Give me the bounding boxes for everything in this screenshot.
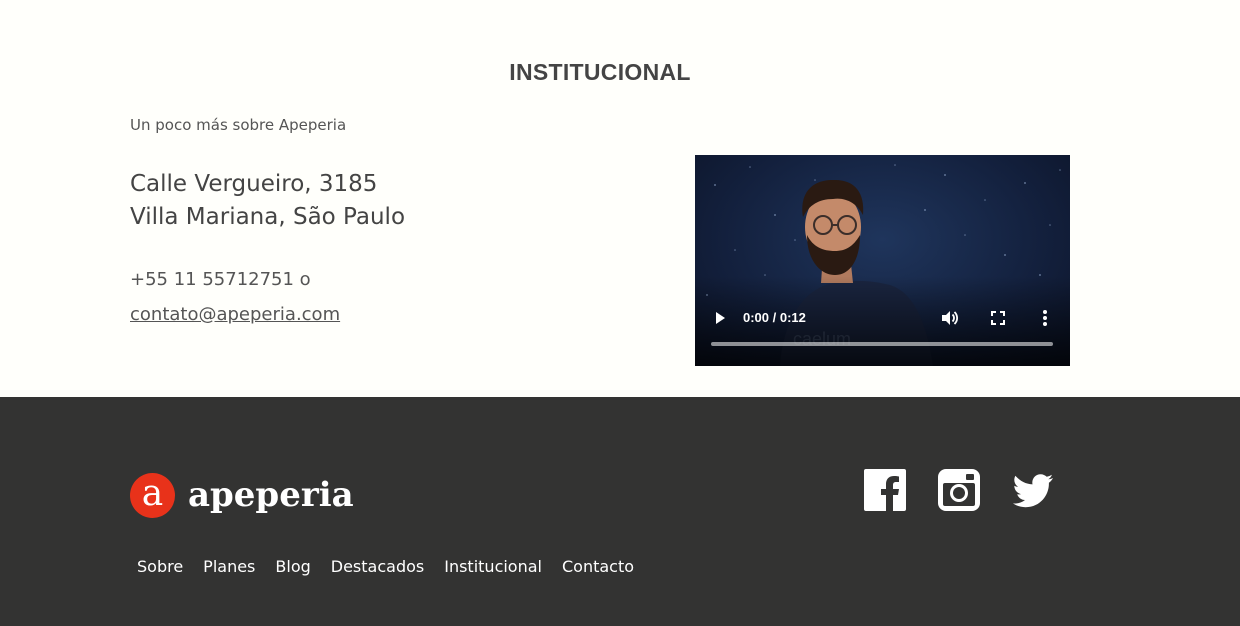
footer: a apeperia Sobre Planes Blog Destacados … — [0, 397, 1240, 626]
footer-nav-sobre[interactable]: Sobre — [137, 557, 183, 576]
page: INSTITUCIONAL Un poco más sobre Apeperia… — [0, 0, 1240, 626]
twitter-icon[interactable] — [1012, 469, 1054, 511]
footer-nav-institucional[interactable]: Institucional — [444, 557, 542, 576]
logo-letter: a — [141, 473, 164, 514]
brand-name: apeperia — [188, 475, 354, 515]
footer-nav-planes[interactable]: Planes — [203, 557, 255, 576]
instagram-icon[interactable] — [938, 469, 980, 511]
video-player[interactable]: caelum 0:00 / 0:12 — [695, 155, 1070, 366]
address-line-1: Calle Vergueiro, 3185 — [130, 171, 378, 197]
phone-number: +55 11 55712751 o — [130, 269, 311, 290]
section-subtitle: Un poco más sobre Apeperia — [130, 116, 347, 134]
video-time: 0:00 / 0:12 — [743, 310, 806, 325]
address: Calle Vergueiro, 3185 Villa Mariana, São… — [130, 168, 405, 234]
footer-nav: Sobre Planes Blog Destacados Institucion… — [137, 557, 634, 576]
address-line-2: Villa Mariana, São Paulo — [130, 204, 406, 230]
more-vert-icon[interactable] — [1040, 309, 1050, 327]
section-title: INSTITUCIONAL — [509, 59, 691, 85]
logo-mark: a — [130, 473, 175, 518]
institucional-section: INSTITUCIONAL Un poco más sobre Apeperia… — [0, 0, 1240, 397]
footer-nav-destacados[interactable]: Destacados — [331, 557, 424, 576]
video-progress-bar[interactable] — [711, 342, 1053, 346]
email-link[interactable]: contato@apeperia.com — [130, 304, 340, 325]
facebook-icon[interactable] — [864, 469, 906, 511]
footer-nav-blog[interactable]: Blog — [275, 557, 310, 576]
fullscreen-icon[interactable] — [990, 310, 1006, 326]
play-icon[interactable] — [712, 310, 728, 326]
footer-nav-contacto[interactable]: Contacto — [562, 557, 634, 576]
volume-icon[interactable] — [940, 309, 960, 327]
